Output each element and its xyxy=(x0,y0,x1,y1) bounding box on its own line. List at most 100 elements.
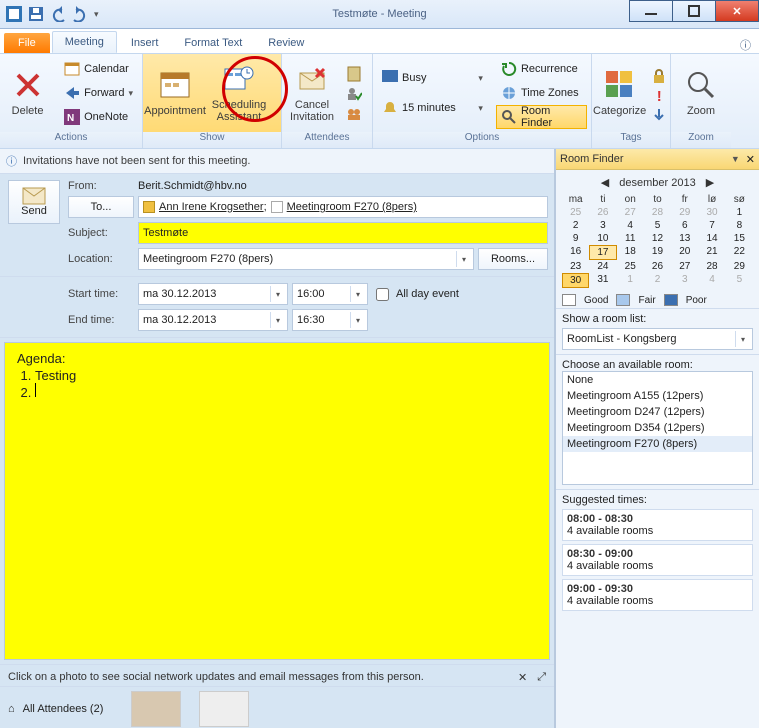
show-as-dropdown[interactable]: Busy▾ xyxy=(377,66,488,90)
calendar-day[interactable]: 11 xyxy=(617,232,644,245)
chevron-down-icon[interactable]: ▾ xyxy=(456,251,471,267)
calendar-day[interactable]: 5 xyxy=(726,273,753,288)
calendar-day[interactable]: 30 xyxy=(562,273,589,288)
calendar-button[interactable]: Calendar xyxy=(59,57,138,81)
room-list-item[interactable]: Meetingroom F270 (8pers) xyxy=(563,436,752,452)
calendar-day[interactable]: 24 xyxy=(589,260,616,273)
calendar-day[interactable]: 26 xyxy=(644,260,671,273)
calendar-day[interactable]: 23 xyxy=(562,260,589,273)
tab-review[interactable]: Review xyxy=(256,33,316,53)
address-book-icon[interactable] xyxy=(346,66,362,82)
calendar-day[interactable]: 4 xyxy=(698,273,725,288)
high-importance-icon[interactable]: ! xyxy=(651,88,667,105)
forward-button[interactable]: Forward▾ xyxy=(59,81,138,105)
calendar-day[interactable]: 1 xyxy=(617,273,644,288)
response-options-icon[interactable] xyxy=(346,106,362,122)
private-icon[interactable] xyxy=(651,68,667,84)
calendar-day[interactable]: 25 xyxy=(562,206,589,219)
categorize-button[interactable]: Categorize xyxy=(592,54,647,132)
delete-button[interactable]: Delete xyxy=(0,54,55,132)
close-icon[interactable]: ✕ xyxy=(746,153,755,166)
close-icon[interactable]: ✕ xyxy=(518,671,527,684)
qat-more-icon[interactable]: ▾ xyxy=(94,9,99,20)
appointment-button[interactable]: Appointment xyxy=(143,54,207,132)
calendar-day[interactable]: 30 xyxy=(698,206,725,219)
calendar-day[interactable]: 4 xyxy=(617,219,644,232)
onenote-button[interactable]: NOneNote xyxy=(59,105,138,129)
send-button[interactable]: Send xyxy=(8,180,60,224)
close-button[interactable]: ✕ xyxy=(715,0,759,22)
attendees-bar[interactable]: ⌂ All Attendees (2) xyxy=(0,686,554,728)
calendar-day[interactable]: 27 xyxy=(617,206,644,219)
room-list-item[interactable]: Meetingroom D354 (12pers) xyxy=(563,420,752,436)
calendar-day[interactable]: 29 xyxy=(726,260,753,273)
subject-field[interactable]: Testmøte xyxy=(138,222,548,244)
to-recipient-1[interactable]: Ann Irene Krogsether xyxy=(159,201,264,213)
available-rooms-list[interactable]: NoneMeetingroom A155 (12pers)Meetingroom… xyxy=(562,371,753,485)
calendar-day[interactable]: 19 xyxy=(644,245,671,260)
low-importance-icon[interactable] xyxy=(651,107,667,123)
calendar-day[interactable]: 7 xyxy=(698,219,725,232)
room-finder-button[interactable]: Room Finder xyxy=(496,105,587,129)
room-list-item[interactable]: None xyxy=(563,372,752,388)
zoom-button[interactable]: Zoom xyxy=(671,54,731,132)
calendar-day[interactable]: 3 xyxy=(671,273,698,288)
reminder-dropdown[interactable]: 15 minutes▾ xyxy=(377,96,488,120)
calendar-day[interactable]: 26 xyxy=(589,206,616,219)
calendar-day[interactable]: 21 xyxy=(698,245,725,260)
start-time-field[interactable]: 16:00▾ xyxy=(292,283,368,305)
room-list-item[interactable]: Meetingroom A155 (12pers) xyxy=(563,388,752,404)
avatar[interactable] xyxy=(199,691,249,727)
chevron-down-icon[interactable]: ▼ xyxy=(731,154,740,164)
calendar-day[interactable]: 27 xyxy=(671,260,698,273)
chevron-down-icon[interactable]: ▾ xyxy=(270,312,285,328)
meeting-body[interactable]: Agenda: Testing xyxy=(4,342,550,660)
timezones-button[interactable]: Time Zones xyxy=(496,81,587,105)
calendar-day[interactable]: 18 xyxy=(617,245,644,260)
expand-icon[interactable]: ⤢ xyxy=(537,671,546,684)
location-field[interactable]: Meetingroom F270 (8pers)▾ xyxy=(138,248,474,270)
redo-icon[interactable] xyxy=(72,6,88,22)
calendar-day[interactable]: 31 xyxy=(589,273,616,288)
calendar-day[interactable]: 12 xyxy=(644,232,671,245)
tab-format-text[interactable]: Format Text xyxy=(172,33,254,53)
calendar-day[interactable]: 28 xyxy=(698,260,725,273)
scheduling-assistant-button[interactable]: Scheduling Assistant xyxy=(207,54,271,132)
calendar-day[interactable]: 1 xyxy=(726,206,753,219)
chevron-down-icon[interactable]: ▾ xyxy=(270,286,285,302)
prev-month-icon[interactable]: ◀ xyxy=(601,176,609,189)
calendar-day[interactable]: 5 xyxy=(644,219,671,232)
suggested-time-slot[interactable]: 08:30 - 09:004 available rooms xyxy=(562,544,753,576)
avatar[interactable] xyxy=(131,691,181,727)
calendar-day[interactable]: 20 xyxy=(671,245,698,260)
calendar-day[interactable]: 2 xyxy=(644,273,671,288)
calendar-day[interactable]: 13 xyxy=(671,232,698,245)
calendar-day[interactable]: 28 xyxy=(644,206,671,219)
check-names-icon[interactable] xyxy=(346,86,362,102)
calendar-day[interactable]: 29 xyxy=(671,206,698,219)
recurrence-button[interactable]: Recurrence xyxy=(496,57,587,81)
to-button[interactable]: To... xyxy=(68,196,134,218)
end-date-field[interactable]: ma 30.12.2013▾ xyxy=(138,309,288,331)
chevron-down-icon[interactable]: ▾ xyxy=(735,331,750,347)
help-icon[interactable]: ⓘ xyxy=(740,37,751,53)
calendar-day[interactable]: 9 xyxy=(562,232,589,245)
room-list-item[interactable]: Meetingroom D247 (12pers) xyxy=(563,404,752,420)
tab-meeting[interactable]: Meeting xyxy=(52,31,117,53)
tab-insert[interactable]: Insert xyxy=(119,33,171,53)
to-field[interactable]: Ann Irene Krogsether; Meetingroom F270 (… xyxy=(138,196,548,218)
rooms-button[interactable]: Rooms... xyxy=(478,248,548,270)
room-list-dropdown[interactable]: RoomList - Kongsberg▾ xyxy=(562,328,753,350)
calendar-day[interactable]: 2 xyxy=(562,219,589,232)
maximize-button[interactable] xyxy=(672,0,716,22)
suggested-time-slot[interactable]: 08:00 - 08:304 available rooms xyxy=(562,509,753,541)
calendar-day[interactable]: 10 xyxy=(589,232,616,245)
undo-icon[interactable] xyxy=(50,6,66,22)
to-recipient-2[interactable]: Meetingroom F270 (8pers) xyxy=(287,201,417,213)
calendar-day[interactable]: 8 xyxy=(726,219,753,232)
next-month-icon[interactable]: ▶ xyxy=(706,176,714,189)
calendar-day[interactable]: 16 xyxy=(562,245,589,260)
end-time-field[interactable]: 16:30▾ xyxy=(292,309,368,331)
tab-file[interactable]: File xyxy=(4,33,50,53)
cancel-invitation-button[interactable]: Cancel Invitation xyxy=(282,54,342,132)
